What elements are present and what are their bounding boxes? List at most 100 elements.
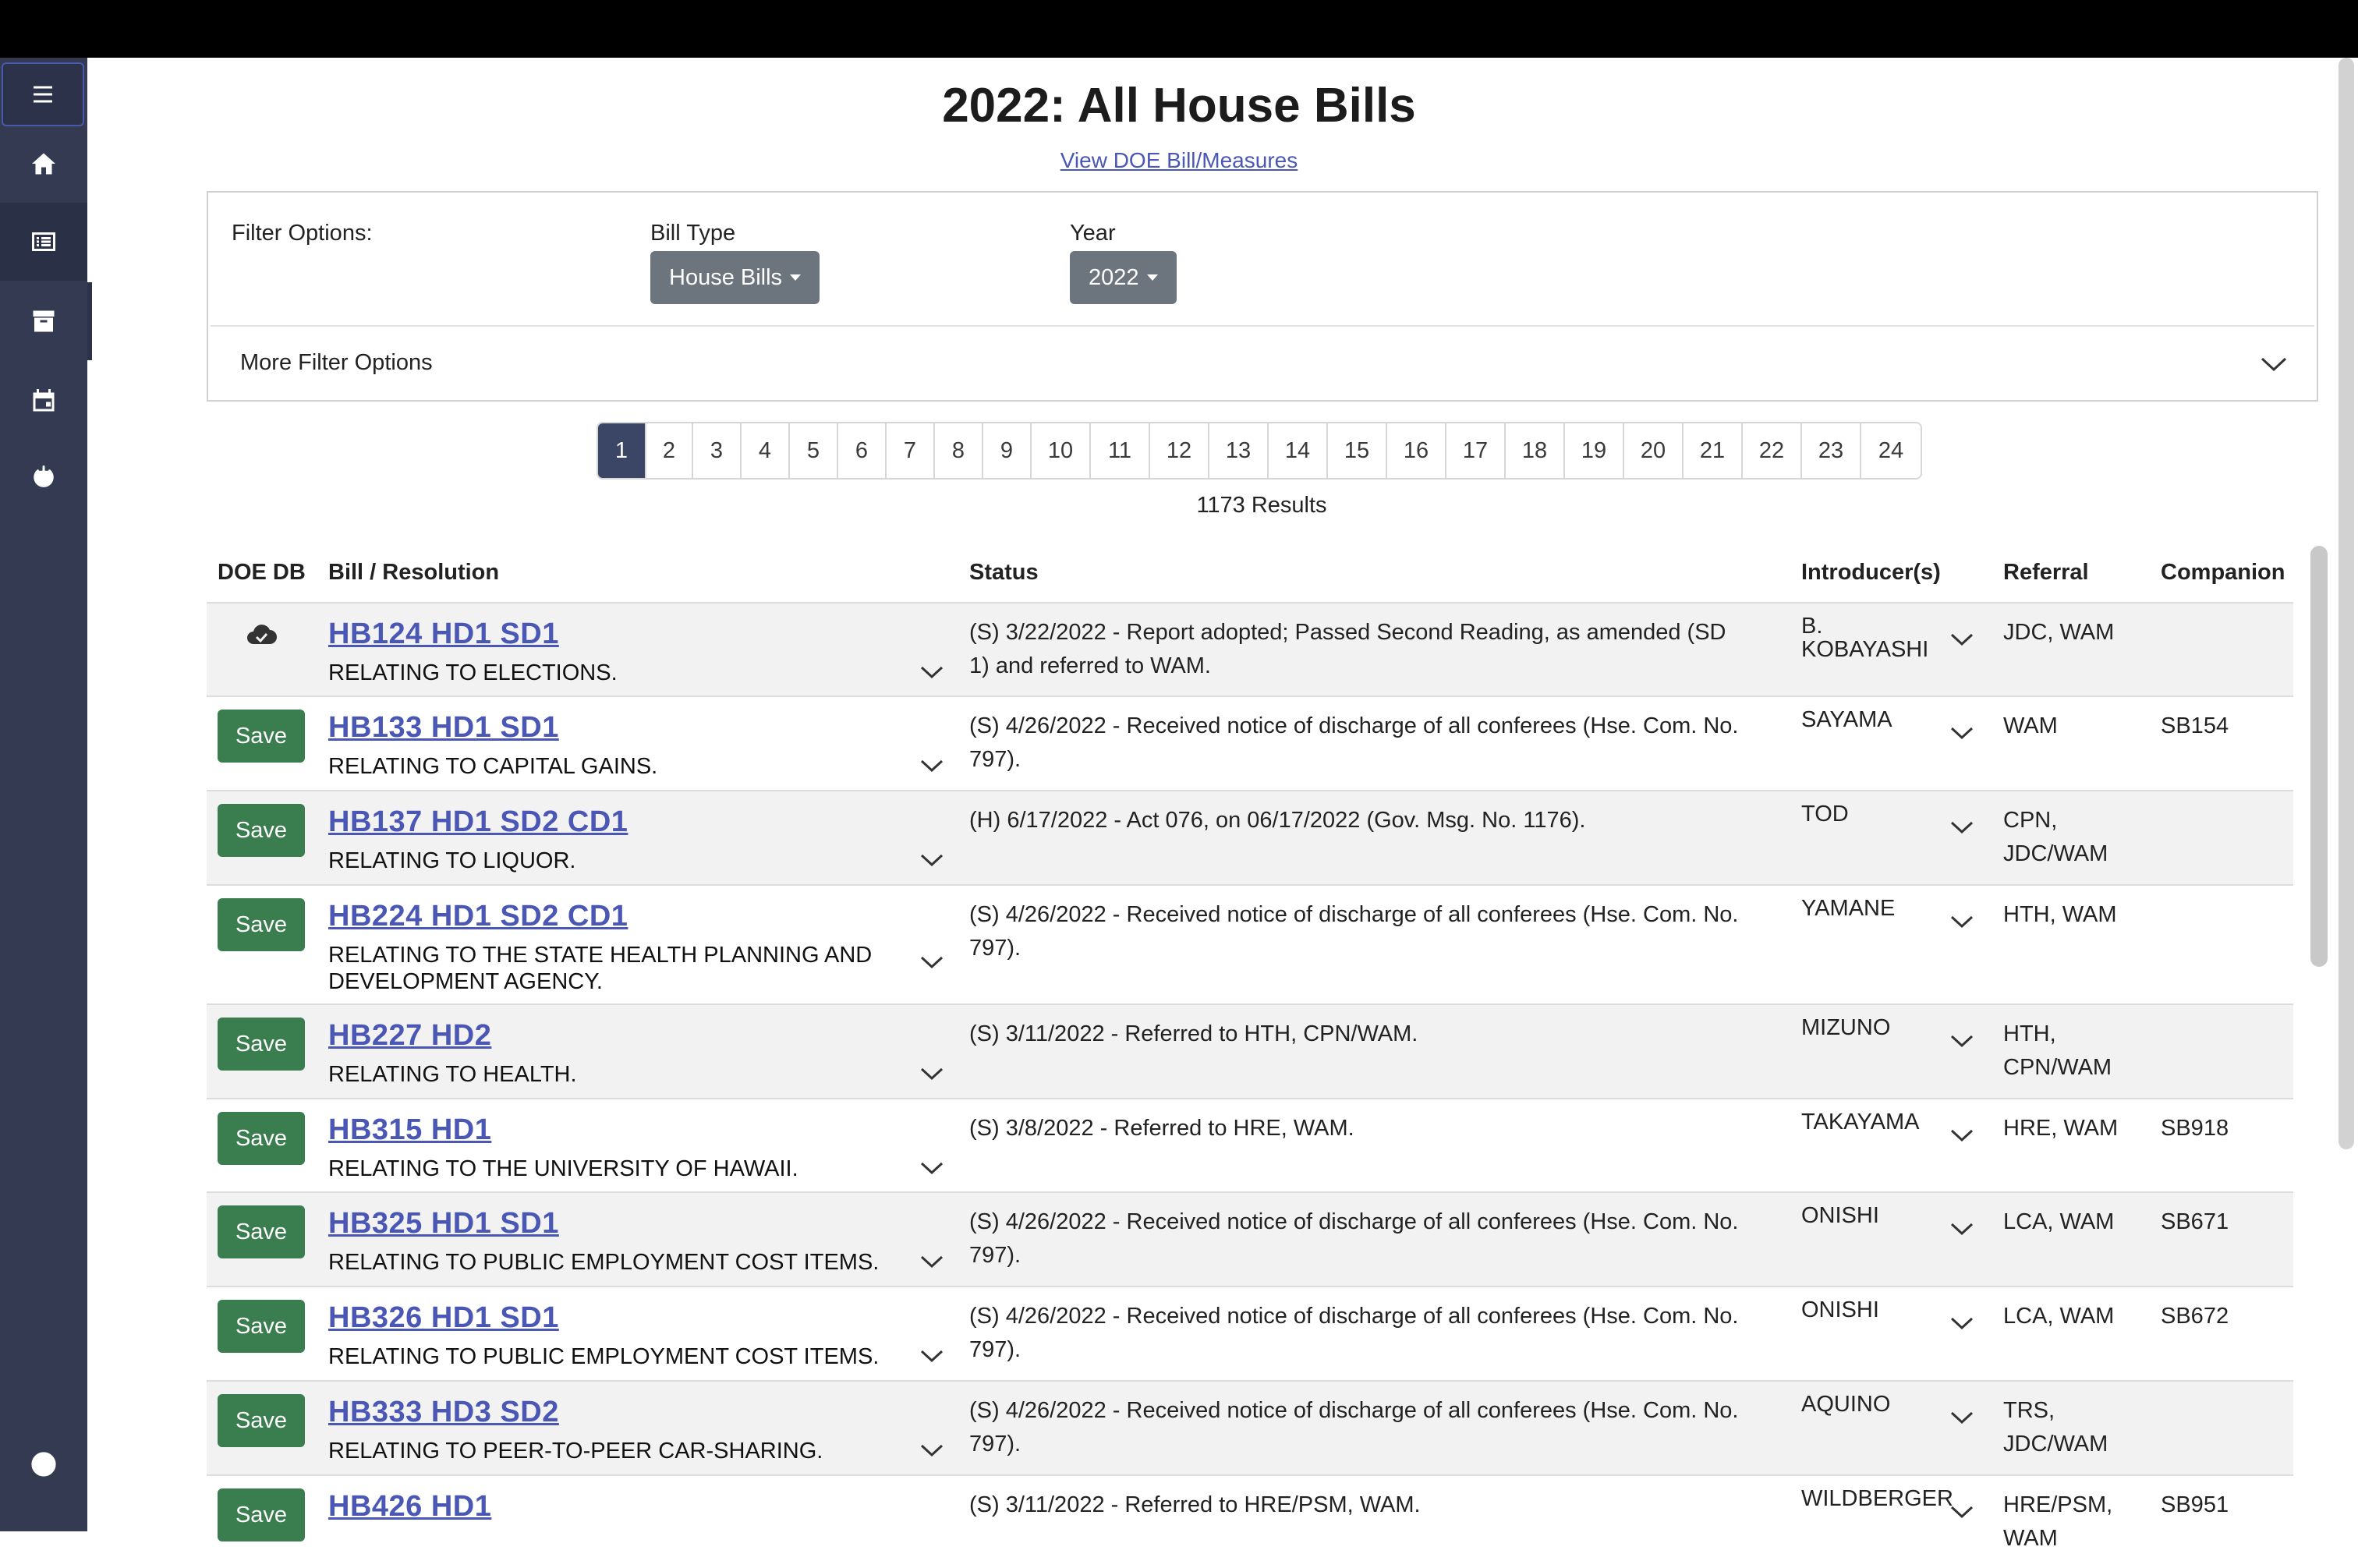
caret-down-icon: [1146, 274, 1158, 281]
chevron-down-icon[interactable]: [919, 1160, 944, 1176]
bill-status: (S) 3/11/2022 - Referred to HTH, CPN/WAM…: [969, 1021, 1418, 1046]
page-link[interactable]: 24: [1861, 423, 1921, 478]
chevron-down-icon[interactable]: [919, 1254, 944, 1269]
table-scrollbar[interactable]: [2310, 546, 2328, 967]
bill-status: (S) 4/26/2022 - Received notice of disch…: [969, 1398, 1739, 1457]
page-link[interactable]: 15: [1328, 423, 1387, 478]
page-link[interactable]: 2: [646, 423, 693, 478]
page-link[interactable]: 10: [1032, 423, 1091, 478]
page-link[interactable]: 1: [598, 423, 646, 478]
chevron-down-icon[interactable]: [1949, 632, 1974, 647]
bill-link[interactable]: HB227 HD2: [328, 1019, 491, 1053]
chevron-down-icon[interactable]: [1949, 1127, 1974, 1143]
page-link[interactable]: 22: [1743, 423, 1802, 478]
bill-link[interactable]: HB315 HD1: [328, 1113, 491, 1147]
table-row: Save HB137 HD1 SD2 CD1 RELATING TO LIQUOR.…: [207, 790, 2293, 884]
bill-link[interactable]: HB333 HD3 SD2: [328, 1396, 559, 1429]
chevron-down-icon[interactable]: [919, 852, 944, 868]
bill-title: RELATING TO THE STATE HEALTH PLANNING AN…: [328, 943, 873, 994]
bill-companion: SB951: [2161, 1492, 2229, 1517]
page-link[interactable]: 3: [693, 423, 742, 478]
page-link[interactable]: 8: [935, 423, 983, 478]
bill-title: RELATING TO ELECTIONS.: [328, 660, 618, 685]
page-link[interactable]: 17: [1446, 423, 1506, 478]
page-link[interactable]: 20: [1624, 423, 1684, 478]
chevron-down-icon[interactable]: [1949, 725, 1974, 741]
chevron-down-icon[interactable]: [919, 758, 944, 773]
chevron-down-icon[interactable]: [919, 1348, 944, 1364]
bill-link[interactable]: HB133 HD1 SD1: [328, 711, 559, 745]
bill-link[interactable]: HB326 HD1 SD1: [328, 1301, 559, 1335]
sidebar-item-archive[interactable]: [0, 282, 87, 360]
sidebar-item-calendar[interactable]: [0, 362, 87, 440]
bill-link[interactable]: HB137 HD1 SD2 CD1: [328, 805, 628, 839]
chevron-down-icon[interactable]: [1949, 1315, 1974, 1331]
bill-companion: SB672: [2161, 1304, 2229, 1329]
more-filter-options-label: More Filter Options: [240, 350, 433, 375]
page-link[interactable]: 23: [1802, 423, 1861, 478]
chevron-down-icon[interactable]: [1949, 1504, 1974, 1520]
save-button[interactable]: Save: [218, 804, 305, 857]
bill-type-dropdown[interactable]: House Bills: [650, 251, 820, 304]
page-link[interactable]: 12: [1150, 423, 1209, 478]
page-link[interactable]: 19: [1565, 423, 1624, 478]
sidebar-item-bills[interactable]: [0, 203, 87, 281]
page-link[interactable]: 5: [790, 423, 838, 478]
save-button[interactable]: Save: [218, 1205, 305, 1258]
save-button[interactable]: Save: [218, 1488, 305, 1541]
page-link[interactable]: 21: [1684, 423, 1743, 478]
bill-link[interactable]: HB426 HD1: [328, 1490, 491, 1524]
bill-link[interactable]: HB325 HD1 SD1: [328, 1207, 559, 1241]
page-link[interactable]: 16: [1387, 423, 1446, 478]
bill-link[interactable]: HB124 HD1 SD1: [328, 618, 559, 651]
chevron-down-icon[interactable]: [1949, 1221, 1974, 1237]
page-link[interactable]: 9: [983, 423, 1032, 478]
page-scrollbar[interactable]: [2335, 58, 2358, 1531]
more-filter-options-toggle[interactable]: More Filter Options: [211, 325, 2314, 398]
chevron-down-icon[interactable]: [1949, 1410, 1974, 1425]
save-button[interactable]: Save: [218, 1300, 305, 1353]
chevron-down-icon[interactable]: [1949, 819, 1974, 835]
chevron-down-icon[interactable]: [919, 1442, 944, 1458]
year-label: Year: [1070, 221, 1116, 246]
page-link[interactable]: 13: [1209, 423, 1269, 478]
save-button[interactable]: Save: [218, 898, 305, 951]
year-dropdown[interactable]: 2022: [1070, 251, 1177, 304]
bill-title: RELATING TO PEER-TO-PEER CAR-SHARING.: [328, 1439, 823, 1464]
chevron-down-icon[interactable]: [1949, 914, 1974, 929]
bill-link[interactable]: HB224 HD1 SD2 CD1: [328, 900, 628, 933]
chevron-down-icon[interactable]: [919, 664, 944, 680]
page-link[interactable]: 18: [1506, 423, 1565, 478]
page-link[interactable]: 7: [887, 423, 935, 478]
page-scrollbar-thumb[interactable]: [2339, 58, 2354, 1149]
page-link[interactable]: 14: [1269, 423, 1328, 478]
chevron-down-icon[interactable]: [919, 1066, 944, 1081]
filter-options-label: Filter Options:: [232, 221, 373, 246]
table-row: Save HB326 HD1 SD1 RELATING TO PUBLIC EMPL…: [207, 1286, 2293, 1380]
sidebar-selection-indicator: [87, 282, 92, 360]
table-row: HB124 HD1 SD1 RELATING TO ELECTIONS. (S) 3…: [207, 602, 2293, 696]
save-button[interactable]: Save: [218, 1394, 305, 1447]
bill-referral: TRS, JDC/WAM: [2003, 1398, 2108, 1457]
bill-title: RELATING TO LIQUOR.: [328, 848, 576, 873]
bill-type-value: House Bills: [669, 264, 783, 290]
chevron-down-icon[interactable]: [1949, 1033, 1974, 1049]
page-link[interactable]: 11: [1091, 423, 1150, 478]
header-referral: Referral: [2003, 560, 2089, 585]
table-row: Save HB224 HD1 SD2 CD1 RELATING TO THE STA…: [207, 884, 2293, 1003]
chevron-down-icon[interactable]: [919, 954, 944, 970]
bill-type-label: Bill Type: [650, 221, 736, 246]
page-link[interactable]: 6: [838, 423, 887, 478]
save-button[interactable]: Save: [218, 710, 305, 763]
bill-referral: CPN, JDC/WAM: [2003, 808, 2108, 866]
page-link[interactable]: 4: [742, 423, 790, 478]
bill-status: (S) 4/26/2022 - Received notice of disch…: [969, 902, 1739, 961]
save-button[interactable]: Save: [218, 1112, 305, 1165]
doe-bill-link[interactable]: View DOE Bill/Measures: [0, 148, 2358, 173]
bill-introducer: YAMANE: [1801, 896, 1896, 921]
year-value: 2022: [1089, 264, 1139, 290]
bill-introducer: TAKAYAMA: [1801, 1110, 1920, 1134]
save-button[interactable]: Save: [218, 1018, 305, 1071]
sidebar-item-help[interactable]: [0, 1425, 87, 1503]
bill-status: (S) 3/22/2022 - Report adopted; Passed S…: [969, 620, 1726, 678]
